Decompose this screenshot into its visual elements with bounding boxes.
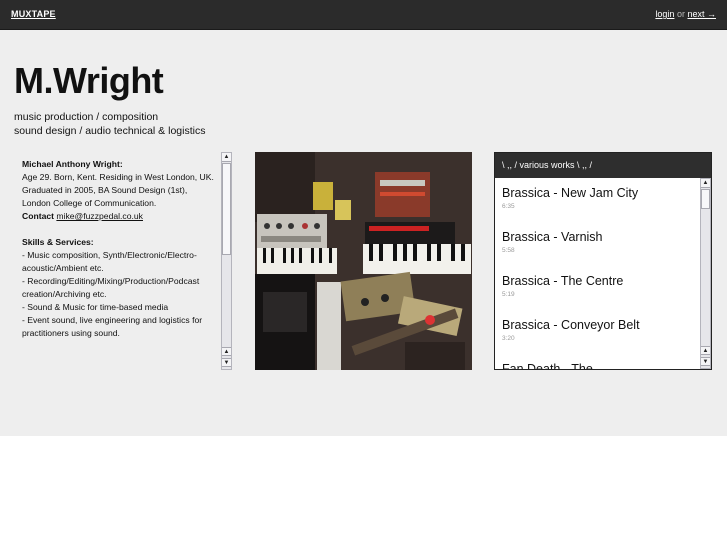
track-title: Brassica - The Centre — [502, 274, 624, 288]
next-link[interactable]: next → — [687, 9, 716, 19]
contact-label: Contact — [22, 211, 54, 221]
bio-text: Michael Anthony Wright: Age 29. Born, Ke… — [22, 158, 214, 340]
track-title: Brassica - Conveyor Belt — [502, 318, 640, 332]
skill-item: - Event sound, live engineering and logi… — [22, 315, 203, 338]
playlist-scrollbar[interactable]: ▲ ▲ ▼ — [700, 178, 711, 369]
scroll-up-arrow-icon[interactable]: ▲ — [222, 347, 231, 356]
or-text: or — [676, 9, 685, 19]
login-link[interactable]: login — [655, 9, 674, 19]
top-bar: MUXTAPE login or next → — [0, 0, 727, 30]
track-duration: 5:19 — [502, 291, 515, 298]
page-title: M.Wright — [14, 60, 164, 101]
playlist-scroll-thumb[interactable] — [701, 189, 710, 209]
main-area: M.Wright music production / composition … — [0, 30, 727, 436]
skill-item: - Recording/Editing/Mixing/Production/Po… — [22, 276, 200, 299]
studio-synth-photo — [255, 152, 472, 370]
muxtape-logo-link[interactable]: MUXTAPE — [11, 9, 56, 19]
track-item[interactable]: Brassica - Varnish 5:58 — [502, 230, 692, 254]
tagline-line-1: music production / composition — [14, 111, 159, 123]
track-item[interactable]: Brassica - The Centre 5:19 — [502, 274, 692, 298]
bio-contact: Contact mike@fuzzpedal.co.uk — [22, 210, 214, 223]
scroll-down-arrow-icon[interactable]: ▼ — [222, 358, 231, 367]
track-item[interactable]: Brassica - Conveyor Belt 3:20 — [502, 318, 692, 342]
track-title: Brassica - Varnish — [502, 230, 603, 244]
track-duration: 6:35 — [502, 203, 515, 210]
bio-scrollbar[interactable]: ▲ ▲ ▼ — [221, 152, 232, 370]
scroll-up-arrow-icon[interactable]: ▲ — [222, 153, 231, 162]
track-item[interactable]: Brassica - New Jam City 6:35 — [502, 186, 692, 210]
playlist-panel: \ ,, / various works \ ,, / Brassica - N… — [494, 152, 712, 370]
bio-scroll-thumb[interactable] — [222, 163, 231, 255]
scroll-up-arrow-icon[interactable]: ▲ — [701, 346, 710, 355]
bio-name: Michael Anthony Wright: — [22, 159, 123, 169]
skill-item: - Sound & Music for time-based media — [22, 302, 169, 312]
tagline-line-2: sound design / audio technical & logisti… — [14, 125, 206, 137]
bio-line-2: Graduated in 2005, BA Sound Design (1st)… — [22, 185, 188, 208]
tagline: music production / composition sound des… — [14, 110, 205, 138]
track-duration: 3:20 — [502, 335, 515, 342]
top-links: login or next → — [655, 9, 716, 19]
bio-panel: Michael Anthony Wright: Age 29. Born, Ke… — [14, 152, 233, 370]
bio-gap — [22, 223, 214, 236]
scroll-up-arrow-icon[interactable]: ▲ — [701, 179, 710, 188]
playlist-heading: \ ,, / various works \ ,, / — [495, 153, 711, 178]
track-duration: 5:58 — [502, 247, 515, 254]
email-link[interactable]: mike@fuzzpedal.co.uk — [56, 211, 143, 221]
skills-heading: Skills & Services: — [22, 237, 94, 247]
scroll-down-arrow-icon[interactable]: ▼ — [701, 357, 710, 366]
track-title: Fan Death - The — [502, 362, 593, 370]
track-item[interactable]: Fan Death - The — [502, 362, 692, 370]
skill-item: - Music composition, Synth/Electronic/El… — [22, 250, 197, 273]
track-title: Brassica - New Jam City — [502, 186, 639, 200]
synth-photo-drawing — [255, 152, 472, 370]
bio-line-1: Age 29. Born, Kent. Residing in West Lon… — [22, 172, 214, 182]
